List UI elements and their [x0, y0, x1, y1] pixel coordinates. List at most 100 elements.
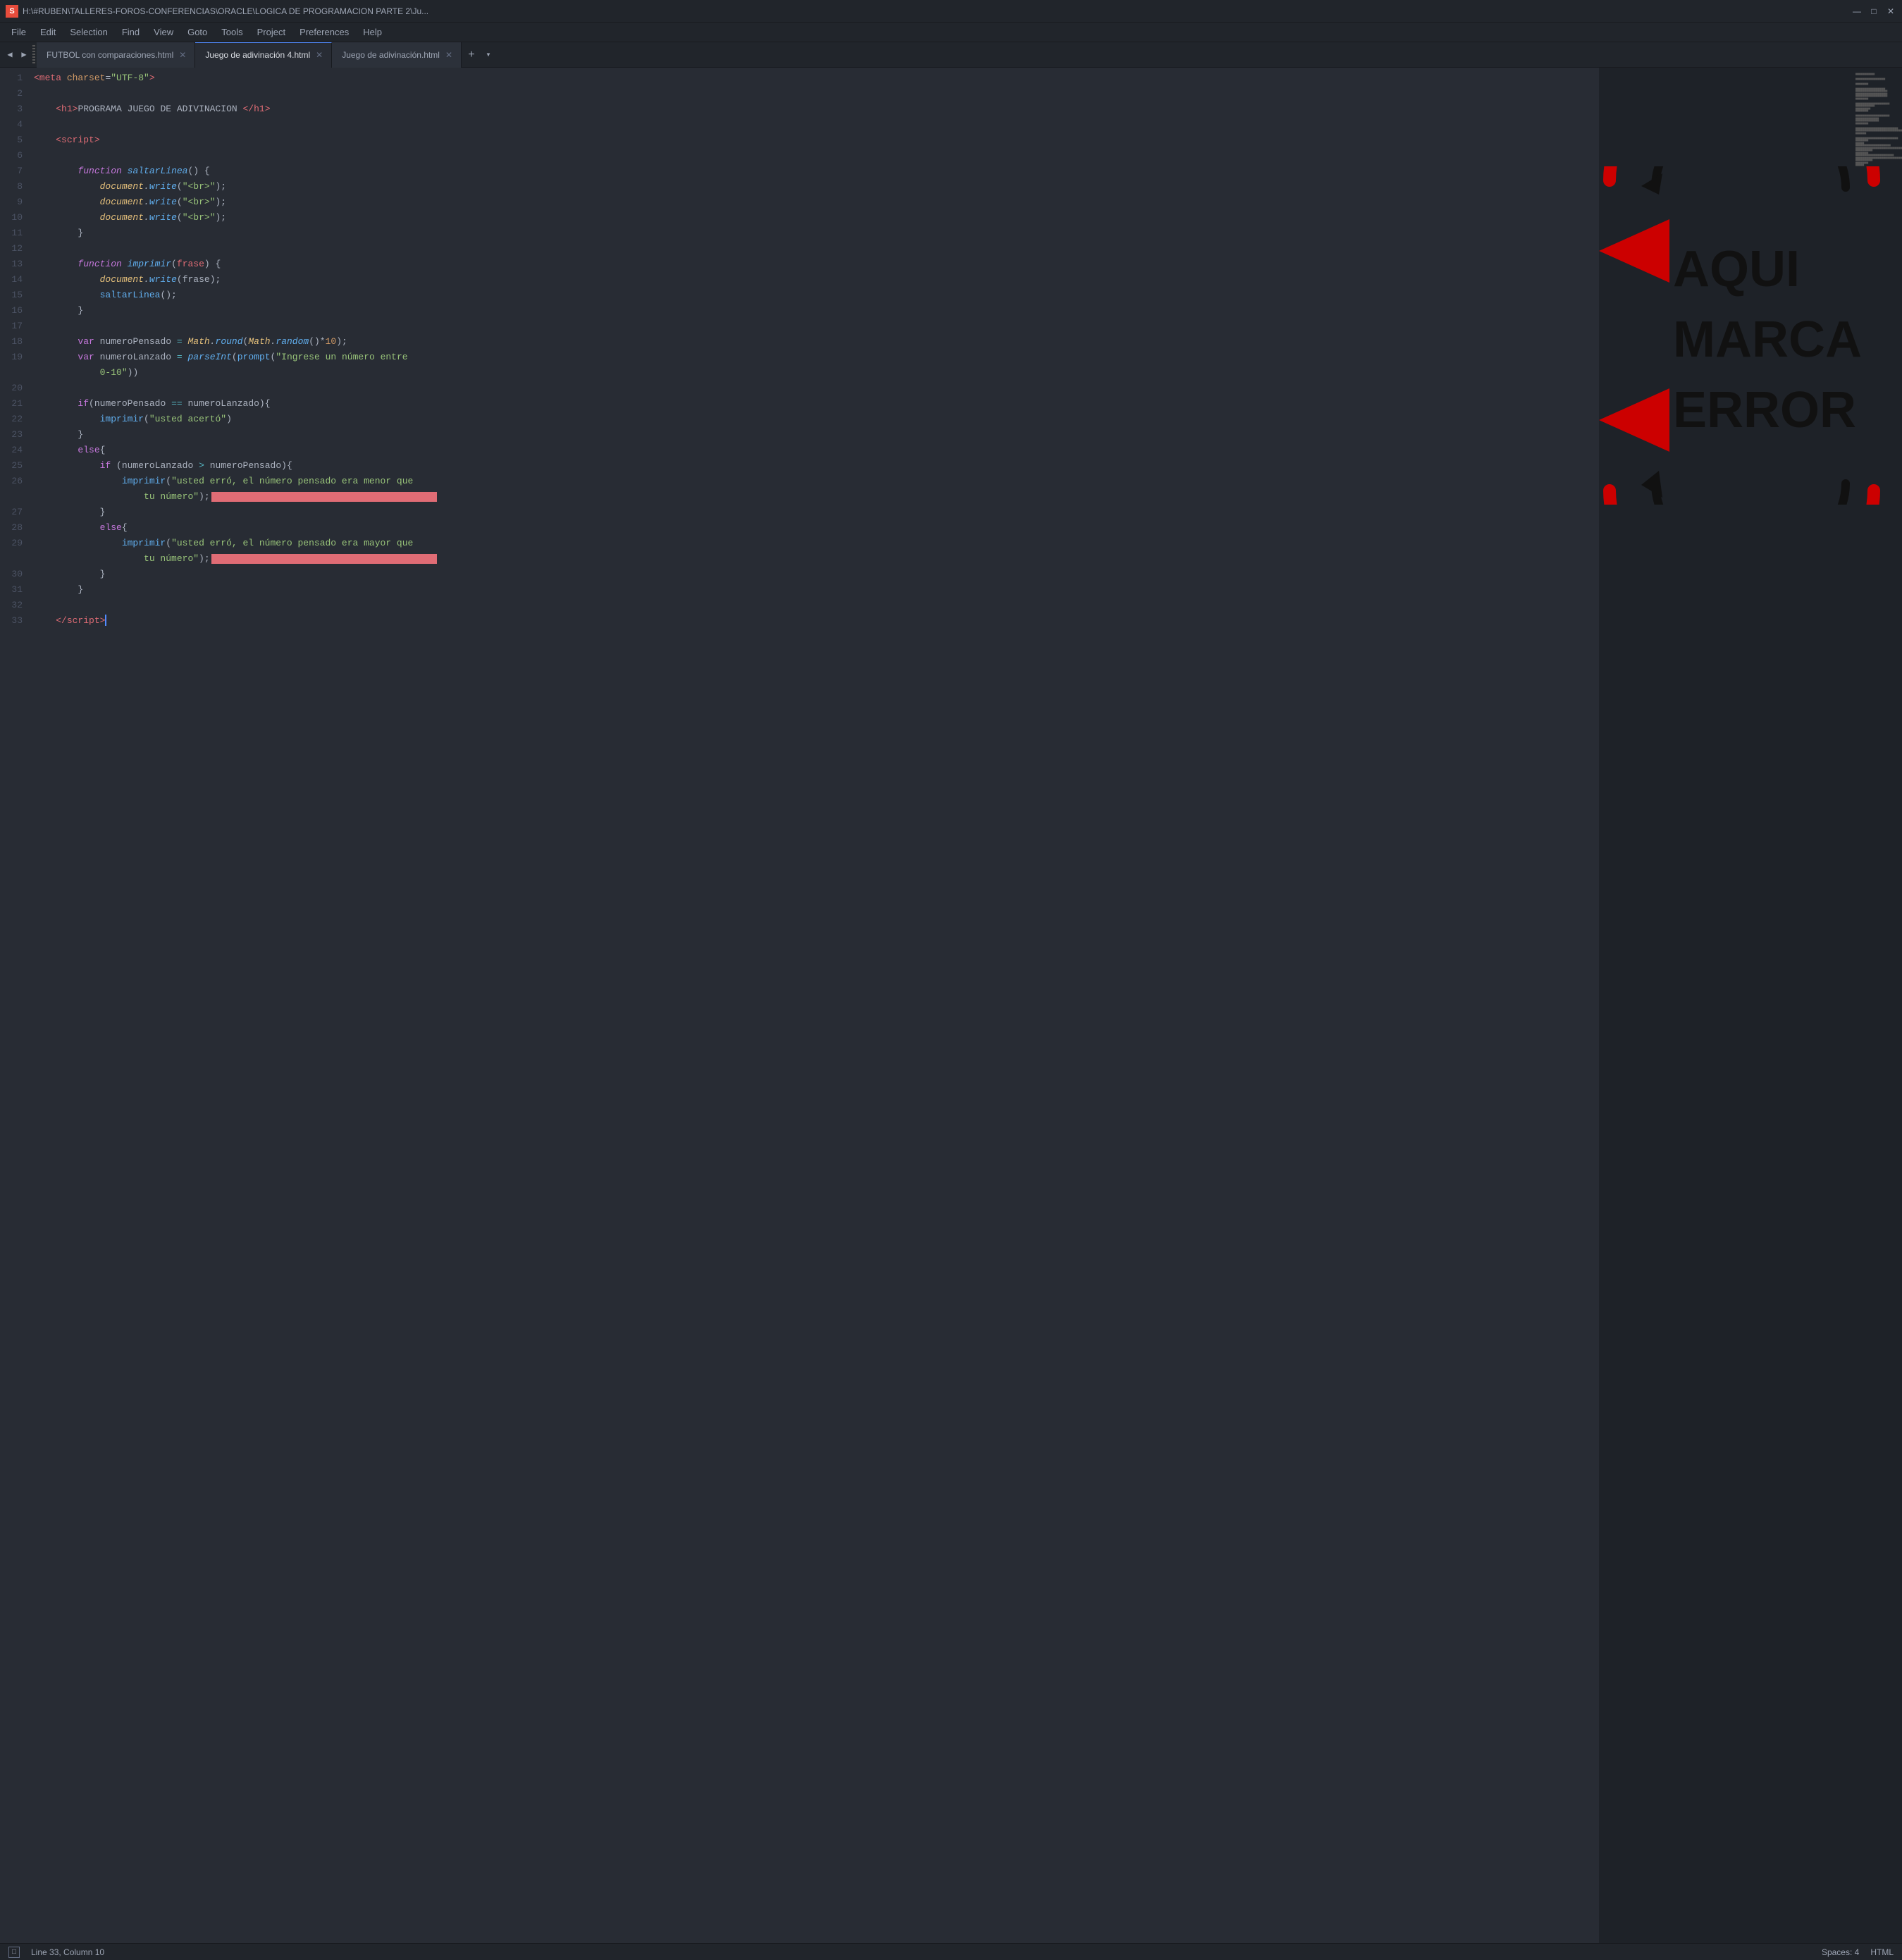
line-num-14: 14 — [0, 272, 34, 288]
line-21: 21 if(numeroPensado == numeroLanzado){ — [0, 396, 1599, 412]
line-content-14: document.write(frase); — [34, 272, 1599, 288]
line-32: 32 — [0, 598, 1599, 613]
language-indicator: HTML — [1870, 1947, 1894, 1957]
window-controls[interactable]: — □ ✕ — [1851, 6, 1896, 17]
line-17: 17 — [0, 319, 1599, 334]
line-num-24: 24 — [0, 443, 34, 458]
tab-futbol[interactable]: FUTBOL con comparaciones.html ✕ — [37, 42, 195, 68]
line-content-9: document.write("<br>"); — [34, 195, 1599, 210]
line-content-33: </script> — [34, 613, 1599, 629]
menu-view[interactable]: View — [148, 25, 179, 39]
line-content-29b: tu número"); — [34, 551, 1599, 567]
line-20: 20 — [0, 381, 1599, 396]
line-22: 22 imprimir("usted acertó") — [0, 412, 1599, 427]
spaces-indicator: Spaces: 4 — [1822, 1947, 1859, 1957]
line-num-26: 26 — [0, 474, 34, 489]
line-num-25: 25 — [0, 458, 34, 474]
line-8: 8 document.write("<br>"); — [0, 179, 1599, 195]
svg-text:ERROR: ERROR — [1673, 382, 1856, 438]
cursor-position: Line 33, Column 10 — [31, 1947, 104, 1957]
line-29b: tu número"); — [0, 551, 1599, 567]
code-editor[interactable]: 1 <meta charset="UTF-8"> 2 3 <h1>PROGRAM… — [0, 68, 1599, 1943]
line-num-28: 28 — [0, 520, 34, 536]
tab-adivinacion[interactable]: Juego de adivinación.html ✕ — [332, 42, 462, 68]
line-num-12: 12 — [0, 241, 34, 257]
menu-help[interactable]: Help — [357, 25, 388, 39]
minimap-content: ██████████████████ █████████████████████… — [1847, 70, 1901, 166]
menu-tools[interactable]: Tools — [216, 25, 248, 39]
status-error-icon: □ — [8, 1947, 20, 1958]
status-left: □ Line 33, Column 10 — [8, 1947, 104, 1958]
status-right: Spaces: 4 HTML — [1822, 1947, 1894, 1957]
menu-selection[interactable]: Selection — [64, 25, 113, 39]
tab-dropdown-button[interactable]: ▾ — [481, 45, 495, 65]
title-bar-left: S H:\#RUBEN\TALLERES-FOROS-CONFERENCIAS\… — [6, 5, 428, 18]
line-content-10: document.write("<br>"); — [34, 210, 1599, 226]
tab-label-futbol: FUTBOL con comparaciones.html — [47, 50, 173, 60]
line-23: 23 } — [0, 427, 1599, 443]
tab-adivinacion4[interactable]: Juego de adivinación 4.html ✕ — [195, 42, 332, 68]
line-18: 18 var numeroPensado = Math.round(Math.r… — [0, 334, 1599, 350]
line-content-29: imprimir("usted erró, el número pensado … — [34, 536, 1599, 551]
line-num-7: 7 — [0, 164, 34, 179]
window-title: H:\#RUBEN\TALLERES-FOROS-CONFERENCIAS\OR… — [23, 6, 428, 16]
new-tab-button[interactable]: + — [462, 45, 481, 65]
line-num-23: 23 — [0, 427, 34, 443]
menu-bar: File Edit Selection Find View Goto Tools… — [0, 23, 1902, 42]
line-content-7: function saltarLinea() { — [34, 164, 1599, 179]
line-29: 29 imprimir("usted erró, el número pensa… — [0, 536, 1599, 551]
main-content: 1 <meta charset="UTF-8"> 2 3 <h1>PROGRAM… — [0, 68, 1902, 1943]
line-26b: tu número"); — [0, 489, 1599, 505]
annotation-svg: AQUI MARCA ERROR — [1599, 166, 1902, 505]
minimize-button[interactable]: — — [1851, 6, 1863, 17]
title-bar: S H:\#RUBEN\TALLERES-FOROS-CONFERENCIAS\… — [0, 0, 1902, 23]
line-content-28: else{ — [34, 520, 1599, 536]
line-num-21: 21 — [0, 396, 34, 412]
line-5: 5 <script> — [0, 132, 1599, 148]
line-14: 14 document.write(frase); — [0, 272, 1599, 288]
editor-wrapper: 1 <meta charset="UTF-8"> 2 3 <h1>PROGRAM… — [0, 68, 1599, 1943]
line-content-25: if (numeroLanzado > numeroPensado){ — [34, 458, 1599, 474]
line-content-31: } — [34, 582, 1599, 598]
line-num-22: 22 — [0, 412, 34, 427]
line-num-17: 17 — [0, 319, 34, 334]
tab-label-adivinacion: Juego de adivinación.html — [342, 50, 440, 60]
tab-close-adivinacion4[interactable]: ✕ — [316, 50, 323, 60]
line-2: 2 — [0, 86, 1599, 101]
tab-next-button[interactable]: ▶ — [17, 45, 31, 65]
tab-bar: ◀ ▶ FUTBOL con comparaciones.html ✕ Jueg… — [0, 42, 1902, 68]
menu-goto[interactable]: Goto — [182, 25, 213, 39]
menu-preferences[interactable]: Preferences — [294, 25, 354, 39]
line-content-30: } — [34, 567, 1599, 582]
menu-project[interactable]: Project — [252, 25, 291, 39]
maximize-button[interactable]: □ — [1868, 6, 1879, 17]
line-28: 28 else{ — [0, 520, 1599, 536]
line-content-5: <script> — [34, 132, 1599, 148]
tab-close-adivinacion[interactable]: ✕ — [445, 50, 452, 60]
line-num-9: 9 — [0, 195, 34, 210]
close-button[interactable]: ✕ — [1885, 6, 1896, 17]
line-num-32: 32 — [0, 598, 34, 613]
line-num-16: 16 — [0, 303, 34, 319]
line-6: 6 — [0, 148, 1599, 164]
line-12: 12 — [0, 241, 1599, 257]
tab-close-futbol[interactable]: ✕ — [179, 50, 186, 60]
line-content-18: var numeroPensado = Math.round(Math.rand… — [34, 334, 1599, 350]
menu-find[interactable]: Find — [116, 25, 145, 39]
line-1: 1 <meta charset="UTF-8"> — [0, 70, 1599, 86]
tab-prev-button[interactable]: ◀ — [3, 45, 17, 65]
right-annotation-panel: ██████████████████ █████████████████████… — [1599, 68, 1902, 1943]
line-content-8: document.write("<br>"); — [34, 179, 1599, 195]
line-num-18: 18 — [0, 334, 34, 350]
line-7: 7 function saltarLinea() { — [0, 164, 1599, 179]
line-num-31: 31 — [0, 582, 34, 598]
line-27: 27 } — [0, 505, 1599, 520]
line-15: 15 saltarLinea(); — [0, 288, 1599, 303]
line-num-2: 2 — [0, 86, 34, 101]
menu-file[interactable]: File — [6, 25, 32, 39]
status-bar: □ Line 33, Column 10 Spaces: 4 HTML — [0, 1943, 1902, 1960]
line-num-19: 19 — [0, 350, 34, 365]
svg-text:AQUI: AQUI — [1673, 241, 1800, 297]
menu-edit[interactable]: Edit — [35, 25, 61, 39]
line-content-13: function imprimir(frase) { — [34, 257, 1599, 272]
